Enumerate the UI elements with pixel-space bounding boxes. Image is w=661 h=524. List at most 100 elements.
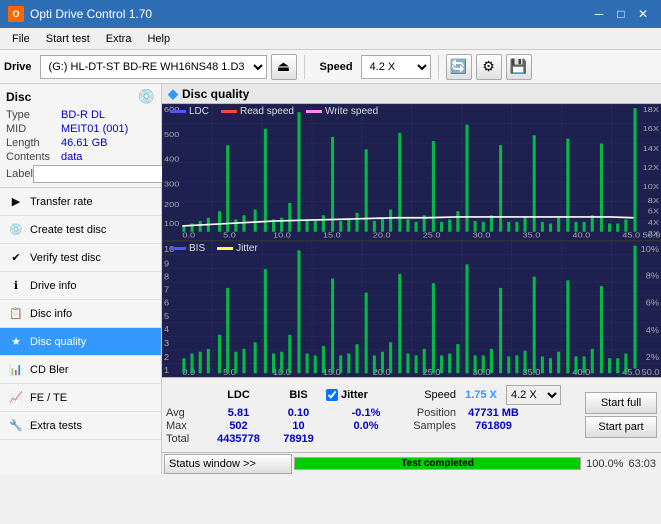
window-controls: ─ □ ✕ (589, 4, 653, 24)
stats-samples-label: Samples (406, 420, 456, 432)
stats-avg-jitter: -0.1% (326, 407, 406, 419)
eject-button[interactable]: ⏏ (271, 54, 297, 80)
sidebar-item-disc-quality[interactable]: ★ Disc quality (0, 328, 161, 356)
bottom-chart-svg: 10% 8% 6% 4% 2% 10 9 8 7 6 5 4 3 2 1 (162, 241, 661, 377)
stats-header-row: LDC BIS Jitter Speed 1.75 X 4.2 X (166, 385, 581, 405)
sidebar-label-extra-tests: Extra tests (30, 420, 82, 432)
sidebar-item-transfer-rate[interactable]: ▶ Transfer rate (0, 188, 161, 216)
menu-extra[interactable]: Extra (98, 31, 140, 47)
sidebar-item-disc-info[interactable]: 📋 Disc info (0, 300, 161, 328)
svg-text:8%: 8% (646, 271, 659, 281)
drive-selector[interactable]: (G:) HL-DT-ST BD-RE WH16NS48 1.D3 (40, 55, 267, 79)
stats-max-bis: 10 (271, 420, 326, 432)
svg-text:10X: 10X (643, 182, 660, 191)
sidebar: Disc 💿 Type BD-R DL MID MEIT01 (001) Len… (0, 84, 162, 474)
disc-mid-label: MID (6, 123, 61, 135)
svg-text:500: 500 (164, 130, 180, 139)
drive-label: Drive (4, 61, 32, 73)
sidebar-item-create-test-disc[interactable]: 💿 Create test disc (0, 216, 161, 244)
ldc-legend-color (170, 110, 186, 113)
menu-file[interactable]: File (4, 31, 38, 47)
disc-length-value: 46.61 GB (61, 137, 107, 149)
sidebar-item-drive-info[interactable]: ℹ Drive info (0, 272, 161, 300)
sidebar-item-fe-te[interactable]: 📈 FE / TE (0, 384, 161, 412)
bottom-chart-panel: BIS Jitter (162, 241, 661, 377)
content-panel: ◆ Disc quality LDC Read speed (162, 84, 661, 474)
stats-total-bis: 78919 (271, 433, 326, 445)
svg-text:400: 400 (164, 155, 180, 164)
svg-text:7: 7 (164, 285, 169, 295)
save-button[interactable]: 💾 (506, 54, 532, 80)
minimize-button[interactable]: ─ (589, 4, 609, 24)
disc-label-input[interactable] (33, 165, 181, 183)
cd-bler-icon: 📊 (8, 362, 24, 378)
fe-te-icon: 📈 (8, 390, 24, 406)
svg-text:8: 8 (164, 272, 169, 282)
start-full-button[interactable]: Start full (585, 392, 657, 414)
extra-tests-icon: 🔧 (8, 418, 24, 434)
app-logo: O (8, 6, 24, 22)
stats-jitter-header: Jitter (341, 389, 368, 401)
maximize-button[interactable]: □ (611, 4, 631, 24)
start-part-button[interactable]: Start part (585, 416, 657, 438)
svg-text:16X: 16X (643, 124, 660, 133)
refresh-button[interactable]: 🔄 (446, 54, 472, 80)
ldc-legend-label: LDC (189, 106, 209, 117)
svg-text:300: 300 (164, 179, 180, 188)
sidebar-item-extra-tests[interactable]: 🔧 Extra tests (0, 412, 161, 440)
bis-legend-label: BIS (189, 243, 205, 254)
sidebar-item-cd-bler[interactable]: 📊 CD Bler (0, 356, 161, 384)
action-buttons: Start full Start part (585, 392, 657, 438)
bis-legend: BIS (170, 243, 205, 254)
toolbar: Drive (G:) HL-DT-ST BD-RE WH16NS48 1.D3 … (0, 50, 661, 84)
svg-text:50.0 GB: 50.0 GB (643, 230, 661, 239)
stats-speed-label: Speed (406, 389, 456, 401)
verify-test-disc-icon: ✔ (8, 250, 24, 266)
speed-label: Speed (320, 61, 353, 73)
stats-total-ldc: 4435778 (206, 433, 271, 445)
sidebar-label-drive-info: Drive info (30, 280, 76, 292)
jitter-checkbox[interactable] (326, 389, 338, 401)
menu-help[interactable]: Help (139, 31, 178, 47)
sidebar-label-create-test-disc: Create test disc (30, 224, 106, 236)
read-legend-color (221, 110, 237, 113)
drive-info-icon: ℹ (8, 278, 24, 294)
time-display: 63:03 (628, 458, 656, 470)
sidebar-item-verify-test-disc[interactable]: ✔ Verify test disc (0, 244, 161, 272)
progress-text-overlay: Test completed (295, 458, 580, 469)
menu-start-test[interactable]: Start test (38, 31, 98, 47)
svg-text:18X: 18X (643, 105, 660, 114)
stats-position-value: 47731 MB (456, 407, 531, 419)
toolbar-separator (304, 55, 305, 79)
top-chart-svg: 18X 16X 14X 12X 10X 8X 6X 4X 2X 600 500 … (162, 104, 661, 240)
jitter-legend: Jitter (217, 243, 258, 254)
stats-ldc-header: LDC (206, 389, 271, 401)
stats-max-jitter: 0.0% (326, 420, 406, 432)
svg-text:10%: 10% (641, 245, 660, 255)
disc-header: Disc 💿 (6, 88, 155, 105)
close-button[interactable]: ✕ (633, 4, 653, 24)
disc-type-row: Type BD-R DL (6, 109, 155, 121)
stats-max-row: Max 502 10 0.0% Samples 761809 (166, 420, 581, 432)
stats-speed-select[interactable]: 4.2 X (506, 385, 561, 405)
speed-selector[interactable]: 4.2 X (361, 55, 431, 79)
sidebar-label-cd-bler: CD Bler (30, 364, 69, 376)
disc-contents-value: data (61, 151, 82, 163)
sidebar-label-disc-info: Disc info (30, 308, 72, 320)
svg-text:50.0 GB: 50.0 GB (642, 367, 661, 377)
stats-section: LDC BIS Jitter Speed 1.75 X 4.2 X Avg 5.… (162, 377, 661, 452)
svg-text:3: 3 (164, 338, 169, 348)
chart-legend-top: LDC Read speed Write speed (170, 106, 378, 117)
status-window-button[interactable]: Status window >> (164, 454, 292, 474)
stats-avg-ldc: 5.81 (206, 407, 271, 419)
svg-text:12X: 12X (643, 163, 660, 172)
stats-avg-row: Avg 5.81 0.10 -0.1% Position 47731 MB (166, 407, 581, 419)
svg-text:6: 6 (164, 298, 169, 308)
bottom-status-bar: Status window >> Test completed 100.0% 6… (162, 452, 661, 474)
menubar: File Start test Extra Help (0, 28, 661, 50)
settings-button[interactable]: ⚙ (476, 54, 502, 80)
stats-jitter-header-container: Jitter (326, 389, 406, 401)
create-test-disc-icon: 💿 (8, 222, 24, 238)
chart-title: Disc quality (182, 87, 249, 101)
ldc-legend: LDC (170, 106, 209, 117)
